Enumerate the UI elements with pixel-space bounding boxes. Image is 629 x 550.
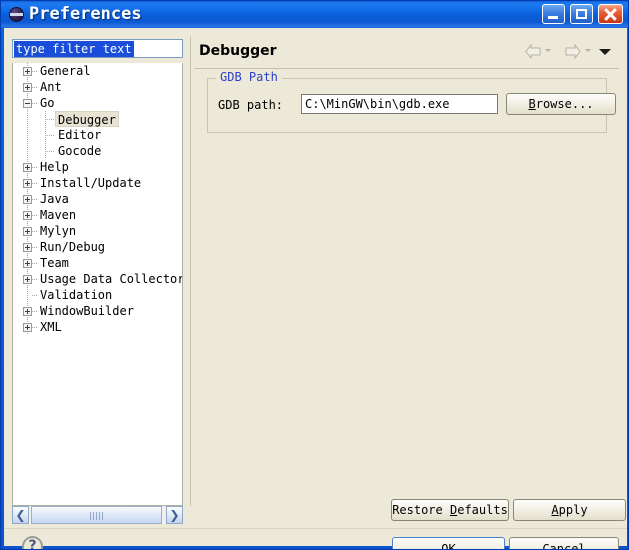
tree-item-windowbuilder[interactable]: WindowBuilder	[13, 303, 182, 319]
tree-guide-line	[27, 143, 28, 159]
tree-expander-collapsed-icon[interactable]	[23, 83, 32, 92]
tree-item-maven[interactable]: Maven	[13, 207, 182, 223]
tree-item-help[interactable]: Help	[13, 159, 182, 175]
browse-mnemonic: B	[528, 97, 535, 111]
tree-expander-collapsed-icon[interactable]	[23, 211, 32, 220]
tree-item-label: Install/Update	[37, 175, 144, 191]
tree-expander-collapsed-icon[interactable]	[23, 163, 32, 172]
tree-expander-expanded-icon[interactable]	[23, 99, 32, 108]
tree-item-label: Help	[37, 159, 72, 175]
filter-input[interactable]: type filter text	[12, 39, 183, 58]
tree-expander-collapsed-icon[interactable]	[23, 259, 32, 268]
tree-guide-line	[45, 119, 54, 120]
tree-item-mylyn[interactable]: Mylyn	[13, 223, 182, 239]
tree-horizontal-scrollbar[interactable]: ❮ ❯	[12, 506, 183, 524]
tree-item-install-update[interactable]: Install/Update	[13, 175, 182, 191]
restore-label-suffix: efaults	[457, 503, 508, 517]
gdb-path-group-label: GDB Path	[216, 70, 282, 84]
dialog-client-area: type filter text GeneralAntGoDebuggerEdi…	[4, 28, 627, 546]
scroll-right-icon[interactable]: ❯	[166, 506, 183, 524]
tree-guide-line	[27, 127, 28, 143]
question-mark-icon[interactable]: ?	[22, 536, 43, 550]
window-title: Preferences	[29, 4, 142, 24]
tree-item-go[interactable]: Go	[13, 95, 182, 111]
apply-label-suffix: pply	[559, 503, 588, 517]
tree-item-label: Mylyn	[37, 223, 79, 239]
browse-button[interactable]: Browse...	[506, 93, 616, 115]
page-title: Debugger	[199, 43, 277, 59]
preference-page: Debugger GDB Path GDB path: Browse...	[194, 36, 619, 488]
tree-item-label: WindowBuilder	[37, 303, 137, 319]
maximize-button[interactable]	[570, 4, 593, 24]
cancel-button[interactable]: Cancel	[509, 537, 619, 550]
tree-item-general[interactable]: General	[13, 63, 182, 79]
tree-expander-collapsed-icon[interactable]	[23, 195, 32, 204]
tree-guide-line	[45, 151, 54, 152]
preferences-window: Preferences type filter text GeneralAntG…	[0, 0, 629, 550]
tree-item-java[interactable]: Java	[13, 191, 182, 207]
eclipse-icon	[9, 7, 24, 22]
tree-item-label: XML	[37, 319, 65, 335]
gdb-path-label: GDB path:	[218, 98, 283, 112]
tree-item-label: General	[37, 63, 94, 79]
tree-item-xml[interactable]: XML	[13, 319, 182, 335]
tree-guide-line	[27, 111, 28, 127]
apply-button[interactable]: Apply	[513, 499, 626, 521]
tree-guide-line	[45, 135, 54, 136]
tree-item-label: Team	[37, 255, 72, 271]
title-separator	[194, 68, 619, 69]
tree-item-team[interactable]: Team	[13, 255, 182, 271]
page-navigation	[507, 42, 617, 62]
preference-tree[interactable]: GeneralAntGoDebuggerEditorGocodeHelpInst…	[12, 63, 183, 506]
gdb-path-input[interactable]	[301, 94, 498, 114]
sash-divider[interactable]	[187, 36, 193, 506]
tree-item-label: Usage Data Collector	[37, 271, 183, 287]
arrow-right-icon[interactable]	[565, 44, 581, 59]
tree-item-ant[interactable]: Ant	[13, 79, 182, 95]
bottom-separator	[4, 528, 627, 529]
tree-item-editor[interactable]: Editor	[13, 127, 182, 143]
tree-item-label: Go	[37, 95, 57, 111]
tree-item-label: Validation	[37, 287, 115, 303]
tree-expander-collapsed-icon[interactable]	[23, 227, 32, 236]
scrollbar-grip-icon	[90, 512, 104, 520]
tree-item-gocode[interactable]: Gocode	[13, 143, 182, 159]
restore-defaults-button[interactable]: Restore Defaults	[391, 499, 509, 521]
filter-input-value: type filter text	[14, 41, 134, 57]
ok-button[interactable]: OK	[392, 537, 505, 550]
restore-label-prefix: Restore	[392, 503, 450, 517]
forward-history-caret-icon[interactable]	[585, 49, 591, 52]
tree-item-label: Debugger	[55, 111, 119, 127]
tree-item-label: Maven	[37, 207, 79, 223]
minimize-button[interactable]	[542, 4, 565, 24]
tree-item-label: Java	[37, 191, 72, 207]
browse-label: rowse...	[536, 97, 594, 111]
tree-expander-collapsed-icon[interactable]	[23, 275, 32, 284]
tree-item-validation[interactable]: Validation	[13, 287, 182, 303]
chevron-down-icon[interactable]	[599, 49, 611, 55]
arrow-left-icon[interactable]	[525, 44, 541, 59]
tree-expander-collapsed-icon[interactable]	[23, 243, 32, 252]
tree-item-label: Run/Debug	[37, 239, 108, 255]
scroll-left-icon[interactable]: ❮	[12, 506, 29, 524]
tree-item-label: Ant	[37, 79, 65, 95]
tree-expander-collapsed-icon[interactable]	[23, 67, 32, 76]
tree-expander-collapsed-icon[interactable]	[23, 307, 32, 316]
tree-item-label: Gocode	[55, 143, 104, 159]
tree-item-run-debug[interactable]: Run/Debug	[13, 239, 182, 255]
tree-guide-line	[27, 287, 28, 303]
tree-expander-collapsed-icon[interactable]	[23, 179, 32, 188]
back-history-caret-icon[interactable]	[545, 49, 551, 52]
close-button[interactable]	[598, 4, 623, 24]
apply-mnemonic: A	[551, 503, 558, 517]
scrollbar-thumb[interactable]	[31, 506, 162, 524]
tree-item-debugger[interactable]: Debugger	[13, 111, 182, 127]
tree-item-label: Editor	[55, 127, 104, 143]
tree-item-usage-data-collector[interactable]: Usage Data Collector	[13, 271, 182, 287]
window-titlebar[interactable]: Preferences	[1, 1, 629, 28]
gdb-path-group: GDB Path GDB path: Browse...	[207, 78, 607, 133]
tree-expander-collapsed-icon[interactable]	[23, 323, 32, 332]
